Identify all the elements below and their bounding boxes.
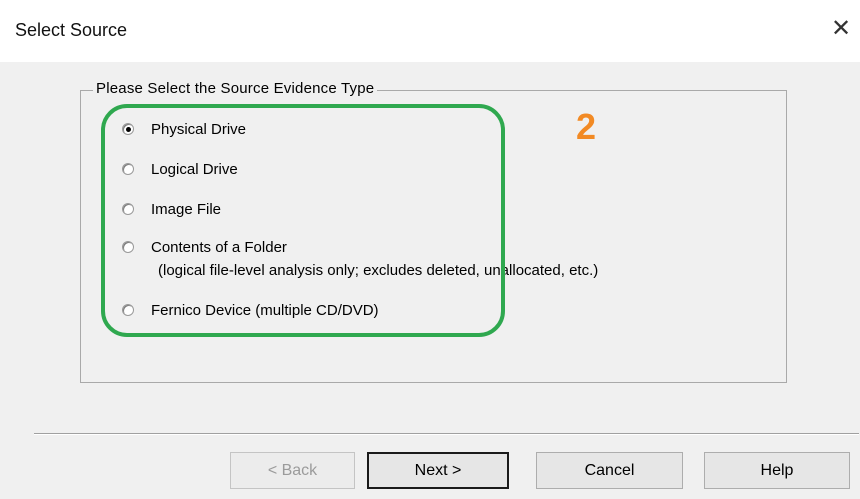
help-button[interactable]: Help — [704, 452, 850, 489]
annotation-highlight-box — [101, 104, 505, 337]
groupbox-legend: Please Select the Source Evidence Type — [93, 80, 378, 97]
window-title: Select Source — [15, 20, 128, 40]
close-icon[interactable]: ✕ — [826, 14, 856, 44]
back-button[interactable]: < Back — [230, 452, 355, 489]
next-button[interactable]: Next > — [367, 452, 509, 489]
title-bar: Select Source ✕ — [0, 0, 860, 62]
annotation-step-number: 2 — [576, 106, 597, 147]
divider-highlight — [34, 434, 859, 435]
cancel-button[interactable]: Cancel — [536, 452, 683, 489]
